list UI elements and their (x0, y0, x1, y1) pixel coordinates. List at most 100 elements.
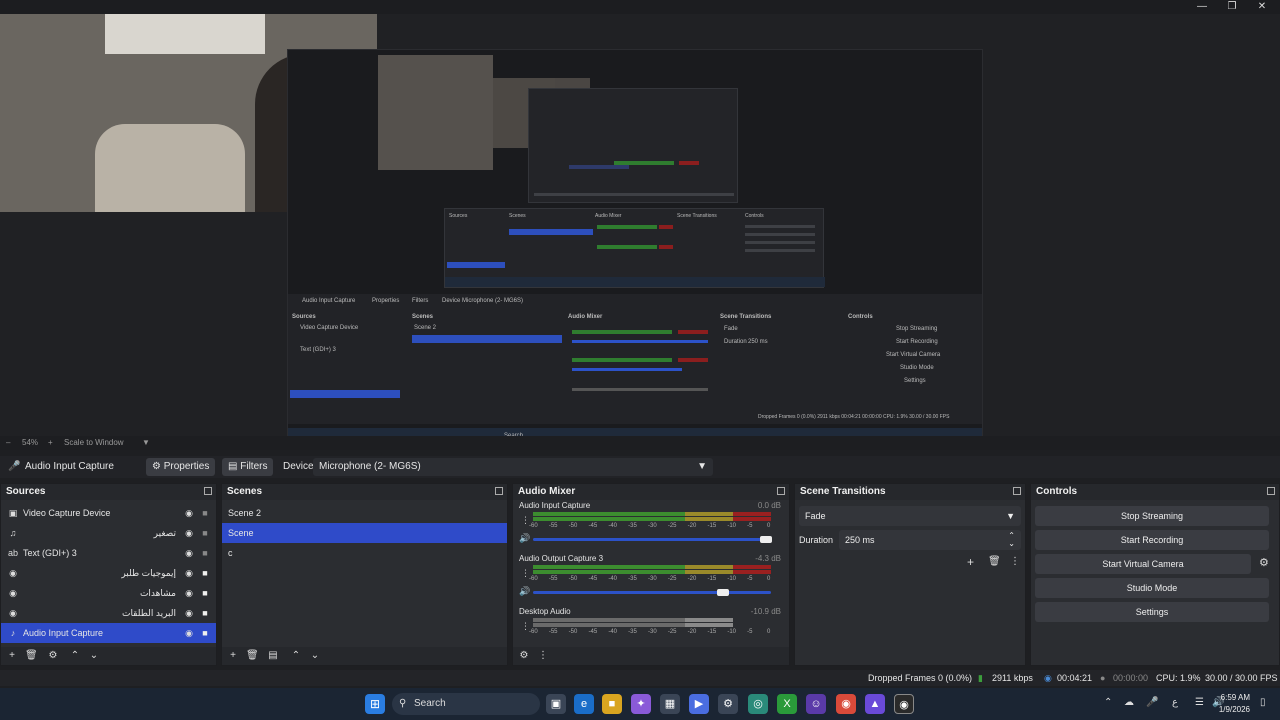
unlock-icon[interactable]: ■ (200, 548, 210, 558)
volume-slider[interactable] (533, 536, 773, 543)
source-item[interactable]: ◉ مشاهدات ◉ ■ (1, 583, 216, 603)
scene-item[interactable]: c (222, 543, 507, 563)
cpu-usage: CPU: 1.9% (1156, 673, 1201, 683)
close-icon[interactable]: ✕ (1248, 0, 1276, 14)
studio-mode-button[interactable]: Studio Mode (1035, 578, 1269, 598)
task-view-icon[interactable]: ▣ (546, 694, 566, 714)
eye-icon[interactable]: ◉ (184, 588, 194, 598)
undock-icon[interactable] (1013, 487, 1021, 495)
source-item[interactable]: ◉ البريد الطلقات ◉ ■ (1, 603, 216, 623)
volume-slider[interactable] (533, 589, 771, 596)
source-item[interactable]: ♪ Audio Input Capture ◉ ■ (1, 623, 216, 643)
menu-dots-icon[interactable]: ⋮ (537, 650, 549, 662)
source-item[interactable]: ◉ إيموجيات طلبر ◉ ■ (1, 563, 216, 583)
eye-icon[interactable]: ◉ (184, 628, 194, 638)
move-down-icon[interactable]: ⌄ (88, 650, 100, 662)
gear-icon[interactable]: ⚙ (1259, 556, 1269, 569)
scene-item[interactable]: Scene 2 (222, 503, 507, 523)
chevron-up-icon[interactable]: ⌃ (1104, 697, 1112, 708)
taskbar-search[interactable]: ⚲ Search (392, 693, 540, 715)
lock-icon[interactable]: ■ (200, 568, 210, 578)
lock-icon[interactable]: ■ (200, 628, 210, 638)
source-item[interactable]: ab Text (GDI+) 3 ◉ ■ (1, 543, 216, 563)
spin-down-icon[interactable]: ⌄ (1008, 534, 1015, 554)
chrome-icon[interactable]: ◉ (836, 694, 856, 714)
undock-icon[interactable] (204, 487, 212, 495)
advanced-audio-icon[interactable]: ⚙ (518, 650, 530, 662)
title-bar: — ❐ ✕ (0, 0, 1280, 14)
settings-button[interactable]: Settings (1035, 602, 1269, 622)
volume-icon[interactable]: 🔊 (519, 533, 530, 544)
eye-icon[interactable]: ◉ (184, 548, 194, 558)
move-up-icon[interactable]: ⌃ (69, 650, 81, 662)
excel-icon[interactable]: X (777, 694, 797, 714)
active-app-icon[interactable]: ▲ (865, 694, 885, 714)
move-down-icon[interactable]: ⌄ (309, 650, 321, 662)
edge-icon[interactable]: e (574, 694, 594, 714)
stop-streaming-button[interactable]: Stop Streaming (1035, 506, 1269, 526)
wifi-icon[interactable]: ☰ (1195, 697, 1204, 708)
zoom-out-icon[interactable]: – (6, 436, 10, 450)
trash-icon[interactable]: 🗑 (988, 556, 1001, 567)
notification-icon[interactable]: ▯ (1260, 697, 1266, 708)
file-explorer-icon[interactable]: ■ (602, 694, 622, 714)
eye-icon[interactable]: ◉ (184, 568, 194, 578)
lock-icon[interactable]: ■ (200, 588, 210, 598)
eye-icon[interactable]: ◉ (184, 608, 194, 618)
source-item[interactable]: ♫ تصغير ◉ ■ (1, 523, 216, 543)
trash-icon[interactable]: 🗑 (246, 650, 259, 662)
scale-mode-select[interactable]: Scale to Window (64, 436, 124, 450)
chevron-down-icon[interactable]: ▼ (142, 436, 150, 450)
eye-icon[interactable]: ◉ (184, 508, 194, 518)
discord-icon[interactable]: ☺ (806, 694, 826, 714)
app-icon[interactable]: ▶ (689, 694, 709, 714)
store-icon[interactable]: ▦ (660, 694, 680, 714)
obs-icon[interactable]: ◉ (894, 694, 914, 714)
properties-button[interactable]: ⚙ Properties (146, 458, 216, 476)
source-item[interactable]: ▣ Video Capture Device ◉ ■ (1, 503, 216, 523)
maximize-icon[interactable]: ❐ (1218, 0, 1246, 14)
slider-knob[interactable] (717, 589, 730, 596)
globe-icon[interactable]: ◎ (748, 694, 768, 714)
slider-knob[interactable] (760, 536, 773, 543)
add-source-icon[interactable]: + (6, 650, 18, 662)
minimize-icon[interactable]: — (1188, 0, 1216, 14)
lock-icon[interactable]: ■ (200, 608, 210, 618)
copilot-icon[interactable]: ✦ (631, 694, 651, 714)
windows-start-icon[interactable]: ⊞ (365, 694, 385, 714)
start-recording-button[interactable]: Start Recording (1035, 530, 1269, 550)
move-up-icon[interactable]: ⌃ (290, 650, 302, 662)
menu-dots-icon[interactable]: ⋮ (1010, 556, 1020, 567)
eye-icon[interactable]: ◉ (184, 528, 194, 538)
properties-label: Properties (163, 461, 210, 472)
zoom-in-icon[interactable]: + (48, 436, 53, 450)
undock-icon[interactable] (777, 487, 785, 495)
settings-app-icon[interactable]: ⚙ (718, 694, 738, 714)
cloud-icon[interactable]: ☁ (1124, 697, 1134, 708)
clock[interactable]: 6:59 AM 1/9/2026 (1219, 692, 1250, 716)
source-label: تصغير (153, 528, 176, 538)
scene-item[interactable]: Scene (222, 523, 507, 543)
transition-select[interactable]: Fade ▼ (799, 506, 1021, 526)
microphone-tray-icon[interactable]: 🎤 (1146, 697, 1158, 708)
filters-button[interactable]: ▤ Filters (222, 458, 274, 476)
trash-icon[interactable]: 🗑 (25, 650, 38, 662)
duration-input[interactable]: 250 ms ⌃ ⌄ (839, 530, 1021, 550)
unlock-icon[interactable]: ■ (200, 508, 210, 518)
add-transition-icon[interactable]: + (967, 555, 974, 569)
device-select[interactable]: Microphone (2- MG6S) ▼ (313, 458, 713, 476)
windows-taskbar: ⊞ ⚲ Search ▣ e ■ ✦ ▦ ▶ ⚙ ◎ X ☺ ◉ ▲ ◉ ⌃ ☁… (0, 688, 1280, 720)
undock-icon[interactable] (1267, 487, 1275, 495)
meter-ticks: -60 -55 -50 -45 -40 -35 -30 -25 -20 -15 -10 -5 0 (529, 576, 773, 584)
zoom-level: 54% (22, 438, 39, 447)
scene-filters-icon[interactable]: ▤ (267, 650, 279, 662)
add-scene-icon[interactable]: + (227, 650, 239, 662)
preview-canvas[interactable]: Sources Scenes Audio Mixer Scene Transit… (0, 14, 1280, 446)
language-icon[interactable]: ع (1172, 697, 1178, 708)
gear-icon[interactable]: ⚙ (47, 650, 59, 662)
undock-icon[interactable] (495, 487, 503, 495)
signal-icon: ▮ (978, 673, 983, 683)
unlock-icon[interactable]: ■ (200, 528, 210, 538)
volume-icon[interactable]: 🔊 (519, 586, 530, 597)
start-virtual-camera-button[interactable]: Start Virtual Camera (1035, 554, 1251, 574)
